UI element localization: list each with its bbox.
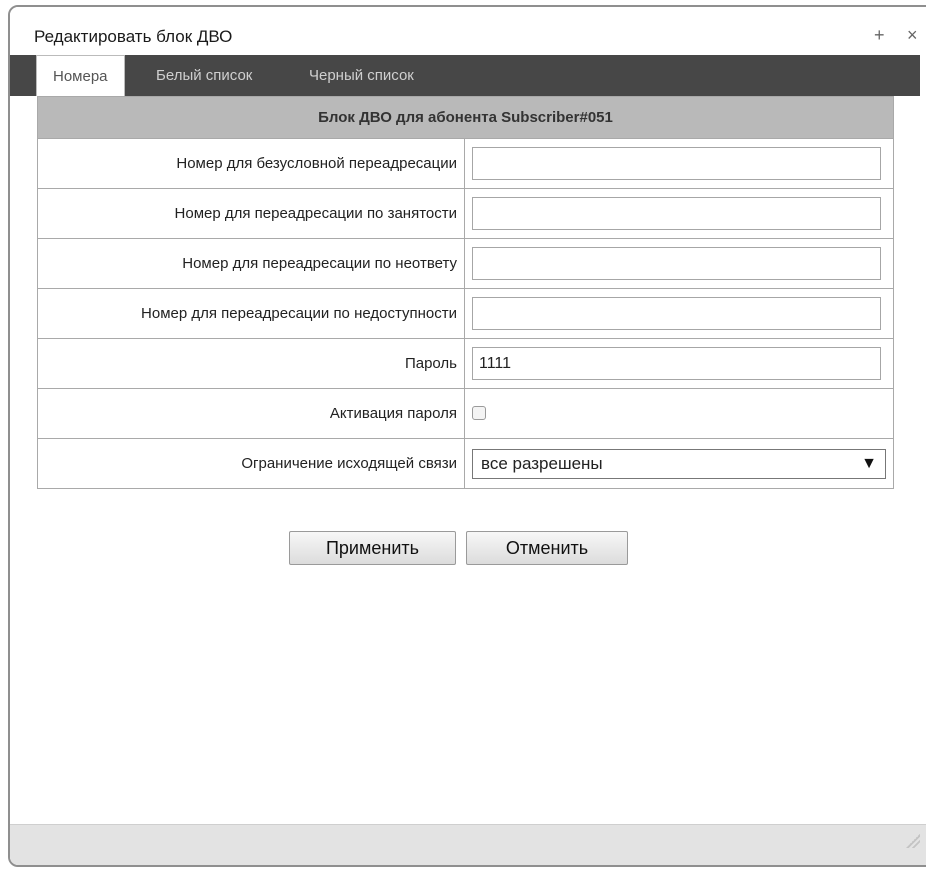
- plus-icon[interactable]: +: [874, 25, 885, 45]
- unconditional-forward-input[interactable]: [472, 147, 881, 180]
- form-row: Пароль: [37, 338, 894, 389]
- tab-black-list[interactable]: Черный список: [293, 55, 430, 96]
- form-row: Номер для безусловной переадресации: [37, 138, 894, 189]
- password-activation-label: Активация пароля: [37, 388, 465, 439]
- vas-form-table: Блок ДВО для абонента Subscriber#051 Ном…: [37, 96, 894, 489]
- unavailable-forward-label: Номер для переадресации по недоступности: [37, 288, 465, 339]
- tab-numbers[interactable]: Номера: [36, 55, 125, 96]
- password-activation-checkbox[interactable]: [472, 406, 486, 421]
- form-row: Активация пароля: [37, 388, 894, 439]
- dialog-titlebar[interactable]: Редактировать блок ДВО + ×: [10, 7, 926, 55]
- password-label: Пароль: [37, 338, 465, 389]
- password-input[interactable]: [472, 347, 881, 380]
- form-row: Номер для переадресации по занятости: [37, 188, 894, 239]
- dropdown-arrow-icon: ▼: [861, 454, 877, 472]
- outgoing-restriction-label: Ограничение исходящей связи: [37, 438, 465, 489]
- form-row: Номер для переадресации по неответу: [37, 238, 894, 289]
- tab-white-list[interactable]: Белый список: [140, 55, 268, 96]
- cancel-button[interactable]: Отменить: [466, 531, 628, 565]
- dialog-title: Редактировать блок ДВО: [34, 27, 233, 46]
- unconditional-forward-label: Номер для безусловной переадресации: [37, 138, 465, 189]
- resize-grip-icon[interactable]: [906, 834, 920, 848]
- no-answer-forward-label: Номер для переадресации по неответу: [37, 238, 465, 289]
- form-header: Блок ДВО для абонента Subscriber#051: [37, 96, 894, 139]
- outgoing-restriction-value: все разрешены: [481, 453, 603, 473]
- busy-forward-label: Номер для переадресации по занятости: [37, 188, 465, 239]
- edit-vas-block-dialog: Редактировать блок ДВО + × Номера Белый …: [8, 5, 926, 867]
- apply-button[interactable]: Применить: [289, 531, 456, 565]
- unavailable-forward-input[interactable]: [472, 297, 881, 330]
- form-row: Ограничение исходящей связи все разрешен…: [37, 438, 894, 489]
- busy-forward-input[interactable]: [472, 197, 881, 230]
- close-icon[interactable]: ×: [907, 25, 918, 45]
- tab-bar: Номера Белый список Черный список: [10, 55, 920, 96]
- outgoing-restriction-select[interactable]: все разрешены ▼: [472, 448, 886, 479]
- form-row: Номер для переадресации по недоступности: [37, 288, 894, 339]
- dialog-footer: [10, 824, 926, 865]
- no-answer-forward-input[interactable]: [472, 247, 881, 280]
